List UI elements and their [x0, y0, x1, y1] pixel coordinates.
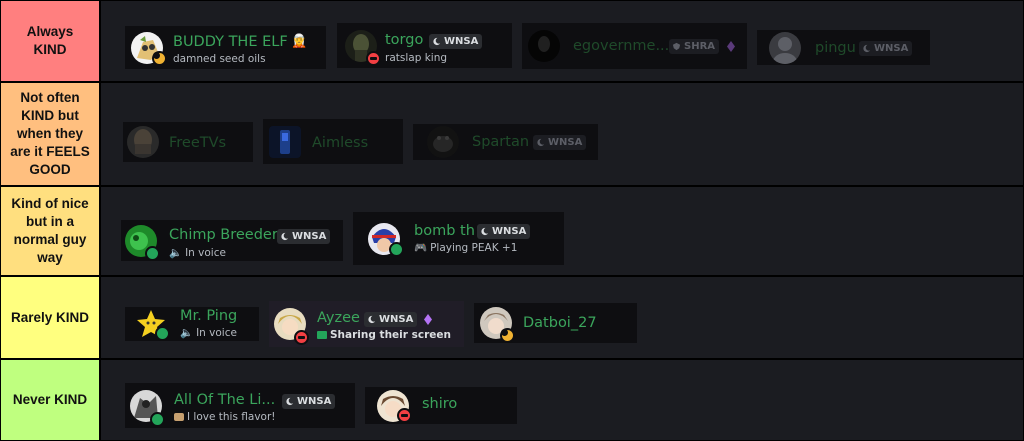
moon-icon: [281, 232, 289, 241]
member-name: FreeTVs: [169, 135, 227, 151]
member-name: pingu: [815, 40, 856, 56]
elf-emoji-icon: 🧝: [291, 33, 308, 48]
tier-tray[interactable]: Chimp Breeder WNSA 🔈 In voice bomb th WN…: [101, 187, 1023, 275]
avatar: [528, 30, 560, 62]
member-subtext: damned seed oils: [173, 53, 266, 65]
boost-gem-icon: [727, 41, 735, 52]
custom-status-emoji-icon: [174, 413, 184, 421]
tier-label[interactable]: Not often KIND but when they are it FEELS GO…: [1, 83, 99, 185]
avatar: [127, 126, 159, 158]
moon-icon: [286, 397, 294, 406]
status-online-indicator: [155, 326, 170, 341]
moon-icon: [537, 138, 545, 147]
member-card[interactable]: BUDDY THE ELF 🧝 damned seed oils: [125, 26, 326, 69]
member-card[interactable]: Datboi_27: [474, 303, 637, 343]
server-tag: WNSA: [859, 41, 913, 56]
member-name: Ayzee: [317, 310, 360, 326]
tier-label[interactable]: Never KIND: [1, 360, 99, 440]
member-card[interactable]: Spartan WNSA: [413, 124, 598, 160]
screen-share-icon: [317, 331, 327, 339]
server-tag: WNSA: [477, 224, 531, 239]
server-tag: WNSA: [282, 394, 336, 409]
member-name: Spartan: [472, 134, 530, 150]
tier-row-rarely-kind: Rarely KIND Mr. Ping 🔈 In voice Ayzee WN…: [0, 277, 1024, 358]
tier-tray[interactable]: FreeTVs Aimless Spartan WNSA: [101, 83, 1023, 185]
tier-tray[interactable]: All Of The Li... WNSA I love this flavor…: [101, 360, 1023, 440]
status-dnd-indicator: [294, 330, 309, 345]
status-idle-indicator: [500, 328, 515, 343]
tier-list: Always KIND BUDDY THE ELF 🧝 damned seed o…: [0, 0, 1024, 441]
tier-tray[interactable]: BUDDY THE ELF 🧝 damned seed oils torgo W…: [101, 1, 1023, 81]
tier-tray[interactable]: Mr. Ping 🔈 In voice Ayzee WNSA Sharing t…: [101, 277, 1023, 358]
avatar: [427, 126, 459, 158]
boost-gem-icon: [424, 314, 432, 325]
member-card[interactable]: torgo WNSA ratslap king: [337, 23, 512, 68]
member-subtext: 🔈 In voice: [180, 327, 237, 339]
tier-label[interactable]: Always KIND: [1, 1, 99, 81]
member-subtext: I love this flavor!: [174, 411, 276, 423]
member-card[interactable]: bomb th WNSA 🎮 Playing PEAK +1: [353, 212, 564, 265]
member-subtext: 🔈 In voice: [169, 247, 226, 259]
member-name: Aimless: [312, 135, 369, 151]
member-name: bomb th: [414, 223, 475, 239]
tier-label[interactable]: Kind of nice but in a normal guy way: [1, 187, 99, 275]
speaker-icon: 🔈: [169, 247, 183, 259]
member-card[interactable]: Chimp Breeder WNSA 🔈 In voice: [121, 220, 343, 261]
member-card[interactable]: pingu WNSA: [757, 30, 930, 65]
member-name: BUDDY THE ELF: [173, 34, 288, 50]
server-tag: SHRA: [669, 39, 720, 54]
member-name: Datboi_27: [523, 315, 597, 331]
server-tag: WNSA: [277, 229, 331, 244]
member-card[interactable]: egovernme... SHRA: [522, 23, 747, 69]
member-name: Mr. Ping: [180, 308, 238, 324]
tier-row-kind-of-nice: Kind of nice but in a normal guy way Chimp …: [0, 187, 1024, 275]
moon-icon: [863, 44, 871, 53]
member-name: Chimp Breeder: [169, 227, 278, 243]
moon-icon: [433, 37, 441, 46]
server-tag: WNSA: [533, 135, 587, 150]
avatar: [769, 31, 801, 64]
shield-icon: [672, 42, 681, 51]
tier-row-never-kind: Never KIND All Of The Li... WNSA I love …: [0, 360, 1024, 440]
member-card[interactable]: Mr. Ping 🔈 In voice: [125, 307, 259, 341]
server-tag: WNSA: [364, 312, 418, 327]
status-idle-indicator: [152, 51, 167, 66]
status-dnd-indicator: [397, 408, 412, 423]
member-subtext: 🎮 Playing PEAK +1: [414, 242, 518, 254]
moon-icon: [481, 227, 489, 236]
tier-row-always-kind: Always KIND BUDDY THE ELF 🧝 damned seed o…: [0, 1, 1024, 81]
member-name: egovernme...: [573, 38, 670, 54]
speaker-icon: 🔈: [180, 327, 194, 339]
server-tag: WNSA: [429, 34, 483, 49]
member-card[interactable]: Ayzee WNSA Sharing their screen: [269, 301, 464, 347]
member-card[interactable]: FreeTVs: [123, 122, 253, 162]
tier-label[interactable]: Rarely KIND: [1, 277, 99, 358]
tier-row-not-often-kind: Not often KIND but when they are it FEELS GO…: [0, 83, 1024, 185]
member-name: All Of The Li...: [174, 392, 276, 408]
member-subtext: Sharing their screen: [317, 329, 451, 341]
status-online-indicator: [145, 246, 160, 261]
member-card[interactable]: Aimless: [263, 119, 403, 164]
avatar: [269, 125, 301, 158]
member-card[interactable]: shiro: [365, 387, 517, 424]
status-online-indicator: [150, 412, 165, 427]
status-dnd-indicator: [366, 51, 381, 66]
gamepad-icon: 🎮: [414, 242, 428, 254]
member-name: shiro: [422, 396, 458, 412]
status-online-indicator: [389, 242, 404, 257]
member-card[interactable]: All Of The Li... WNSA I love this flavor…: [125, 383, 355, 428]
moon-icon: [368, 315, 376, 324]
member-subtext: ratslap king: [385, 52, 448, 64]
member-name: torgo: [385, 32, 424, 48]
